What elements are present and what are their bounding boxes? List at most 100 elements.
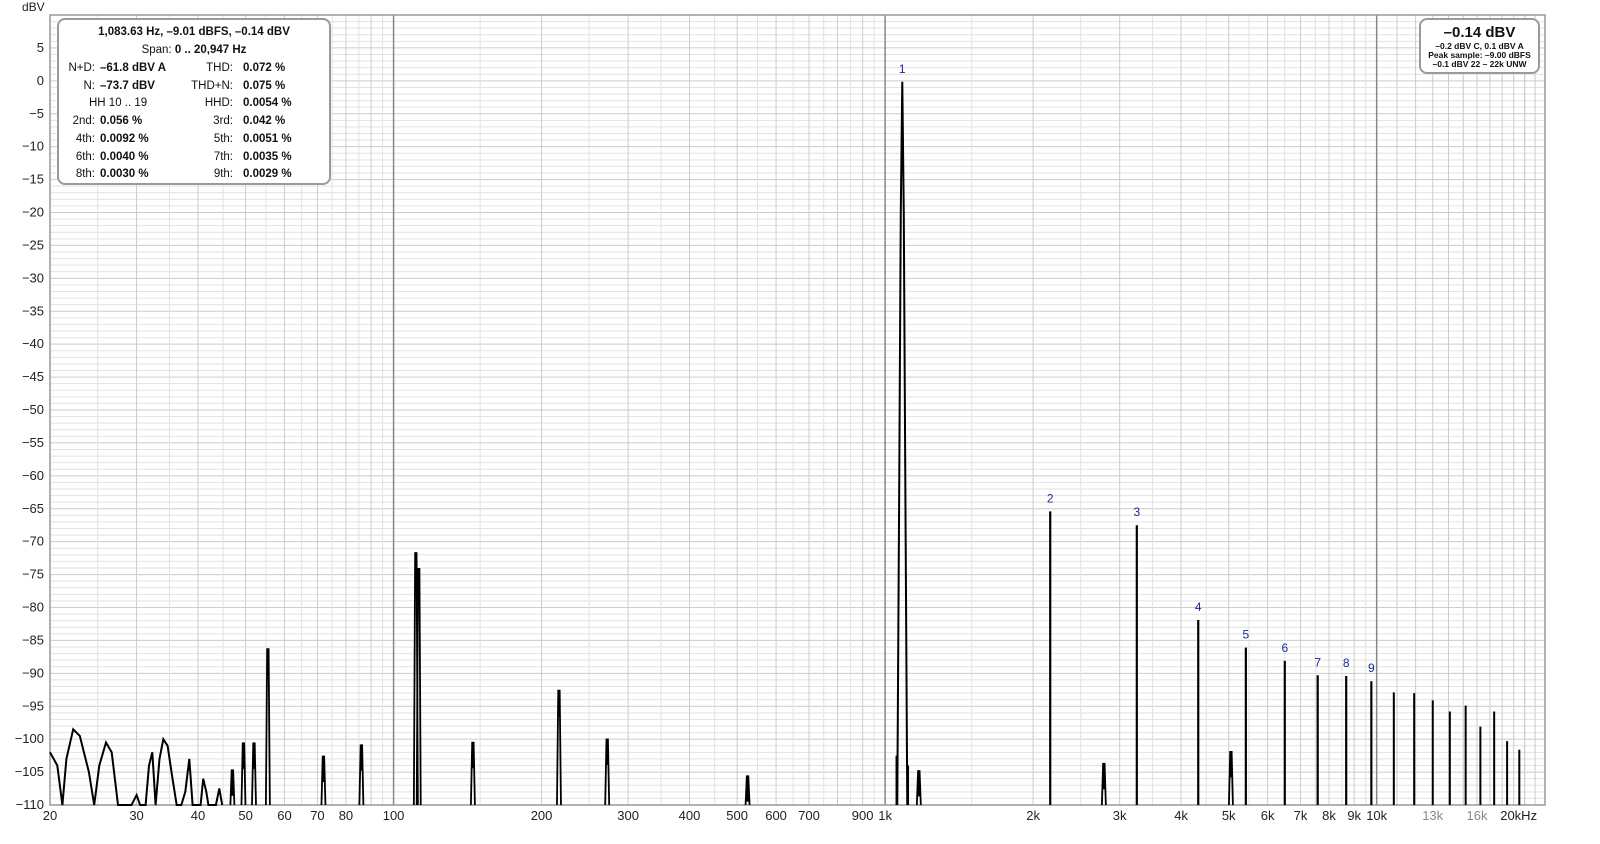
y-tick-label: −80 [22, 600, 44, 615]
readout-label: 4th: [75, 132, 95, 145]
spur-peak [264, 648, 271, 806]
y-tick-label: −60 [22, 468, 44, 483]
harmonic-label: 5 [1243, 628, 1250, 642]
y-tick-label: −25 [22, 237, 44, 252]
spur-peak [470, 741, 476, 806]
readout-value: 0.042 % [243, 115, 286, 128]
y-tick-label: −40 [22, 336, 44, 351]
readout-value: 0.0040 % [100, 150, 149, 163]
readout-label: HHD: [204, 97, 233, 110]
y-tick-label: −35 [22, 303, 44, 318]
readout-row: HH 10 .. 19 HHD: 0.0054 % [59, 95, 329, 112]
readout-row: 8th: 0.0030 % 9th: 0.0029 % [59, 166, 329, 183]
span-label: Span: [141, 44, 172, 56]
y-tick-label: −85 [22, 632, 44, 647]
readout-row: N+D: –61.8 dBV A THD: 0.072 % [59, 60, 329, 77]
y-tick-label: −10 [22, 139, 44, 154]
readout-label: 8th: [75, 168, 95, 181]
readout-label: THD: [206, 62, 233, 74]
x-tick-label: 70 [310, 808, 324, 823]
readout-value: –73.7 dBV [100, 79, 155, 92]
readout-row: 4th: 0.0092 % 5th: 0.0051 % [59, 131, 329, 148]
x-tick-label: 9k [1347, 808, 1361, 823]
y-tick-label: −90 [22, 665, 44, 680]
readout-value: 0.072 % [243, 62, 286, 74]
spur-peak [915, 770, 922, 806]
y-tick-label: −15 [22, 172, 44, 187]
x-tick-label: 5k [1222, 808, 1236, 823]
readout-row: N: –73.7 dBV THD+N: 0.075 % [59, 78, 329, 95]
level-main-value: –0.14 dBV [1443, 24, 1516, 41]
readout-value: 0.0092 % [100, 132, 149, 145]
harmonic-label: 4 [1195, 600, 1202, 614]
y-tick-label: −110 [16, 797, 44, 812]
readout-span: Span: 0 .. 20,947 Hz [59, 42, 329, 59]
x-tick-label: 40 [191, 808, 205, 823]
readout-value: 0.0030 % [100, 168, 149, 181]
y-tick-label: −105 [15, 764, 44, 779]
x-tick-label: 30 [129, 808, 143, 823]
spur-peak [240, 742, 247, 806]
measurement-readout-panel[interactable]: 1,083.63 Hz, –9.01 dBFS, –0.14 dBV Span:… [57, 18, 331, 185]
x-tick-label: 50 [238, 808, 252, 823]
spur-peak [251, 742, 257, 806]
readout-row: 2nd: 0.056 % 3rd: 0.042 % [59, 113, 329, 130]
readout-label: N+D: [68, 62, 95, 74]
spur-peak [229, 769, 236, 806]
harmonic-label: 9 [1368, 661, 1375, 675]
x-tick-label: 2k [1026, 808, 1040, 823]
x-tick-label: 60 [277, 808, 291, 823]
x-tick-label: 20 [43, 808, 57, 823]
y-tick-label: −70 [22, 534, 44, 549]
x-tick-label: 3k [1113, 808, 1127, 823]
x-axis-ticks: 20 30 40 50 60 70 80 100 200 300 400 500 600 700 900 1k… [43, 808, 1537, 823]
x-tick-label: 80 [339, 808, 353, 823]
y-tick-label: −75 [22, 567, 44, 582]
level-unweighted: –0.1 dBV 22 – 22k UNW [1432, 59, 1527, 69]
y-tick-label: 0 [37, 73, 44, 88]
spur-peak [556, 689, 562, 806]
readout-label: HH 10 .. 19 [89, 97, 148, 110]
x-tick-label: 500 [726, 808, 748, 823]
harmonic-label: 1 [899, 62, 906, 76]
readout-value: 0.056 % [100, 115, 143, 128]
y-tick-label: −30 [22, 270, 44, 285]
harmonic-label: 2 [1047, 491, 1054, 505]
y-axis-label: dBV [22, 0, 45, 14]
spur-peak [320, 755, 327, 806]
x-tick-label: 8k [1322, 808, 1336, 823]
readout-value: 0.0035 % [243, 150, 292, 163]
x-tick-label: 16k [1467, 808, 1488, 823]
x-tick-label: 900 [852, 808, 874, 823]
x-tick-label: 10k [1366, 808, 1387, 823]
spur-peak [1228, 750, 1234, 806]
y-axis-ticks: 5 0 −5 −10 −15 −20 −25 −30 −35 −40 −45 −50 −55 −60 −65… [15, 40, 44, 812]
y-tick-label: −50 [22, 402, 44, 417]
level-meter-panel[interactable]: –0.14 dBV –0.2 dBV C, 0.1 dBV A Peak sam… [1419, 18, 1540, 74]
x-tick-label: 300 [617, 808, 639, 823]
y-tick-label: −20 [22, 205, 44, 220]
readout-header: 1,083.63 Hz, –9.01 dBFS, –0.14 dBV [98, 26, 290, 38]
x-tick-label: 600 [765, 808, 787, 823]
y-tick-label: 5 [37, 40, 44, 55]
harmonic-label: 8 [1343, 656, 1350, 670]
y-tick-label: −95 [22, 698, 44, 713]
readout-label: 3rd: [213, 115, 233, 128]
y-tick-label: −65 [22, 501, 44, 516]
x-tick-label: 13k [1422, 808, 1443, 823]
readout-value: –61.8 dBV A [100, 62, 167, 74]
readout-label: THD+N: [191, 79, 233, 92]
readout-label: N: [83, 79, 96, 92]
x-tick-label: 200 [531, 808, 553, 823]
spur-peak [744, 775, 751, 806]
y-tick-label: −55 [22, 435, 44, 450]
spur-peak [358, 744, 365, 806]
span-value: 0 .. 20,947 Hz [174, 44, 247, 56]
x-tick-label: 4k [1174, 808, 1188, 823]
readout-value: 0.0054 % [243, 97, 292, 110]
readout-label: 2nd: [72, 115, 95, 128]
readout-label: 9th: [213, 168, 233, 181]
x-tick-label: 6k [1261, 808, 1275, 823]
readout-value: 0.0029 % [243, 168, 292, 181]
harmonic-label: 3 [1133, 505, 1140, 519]
